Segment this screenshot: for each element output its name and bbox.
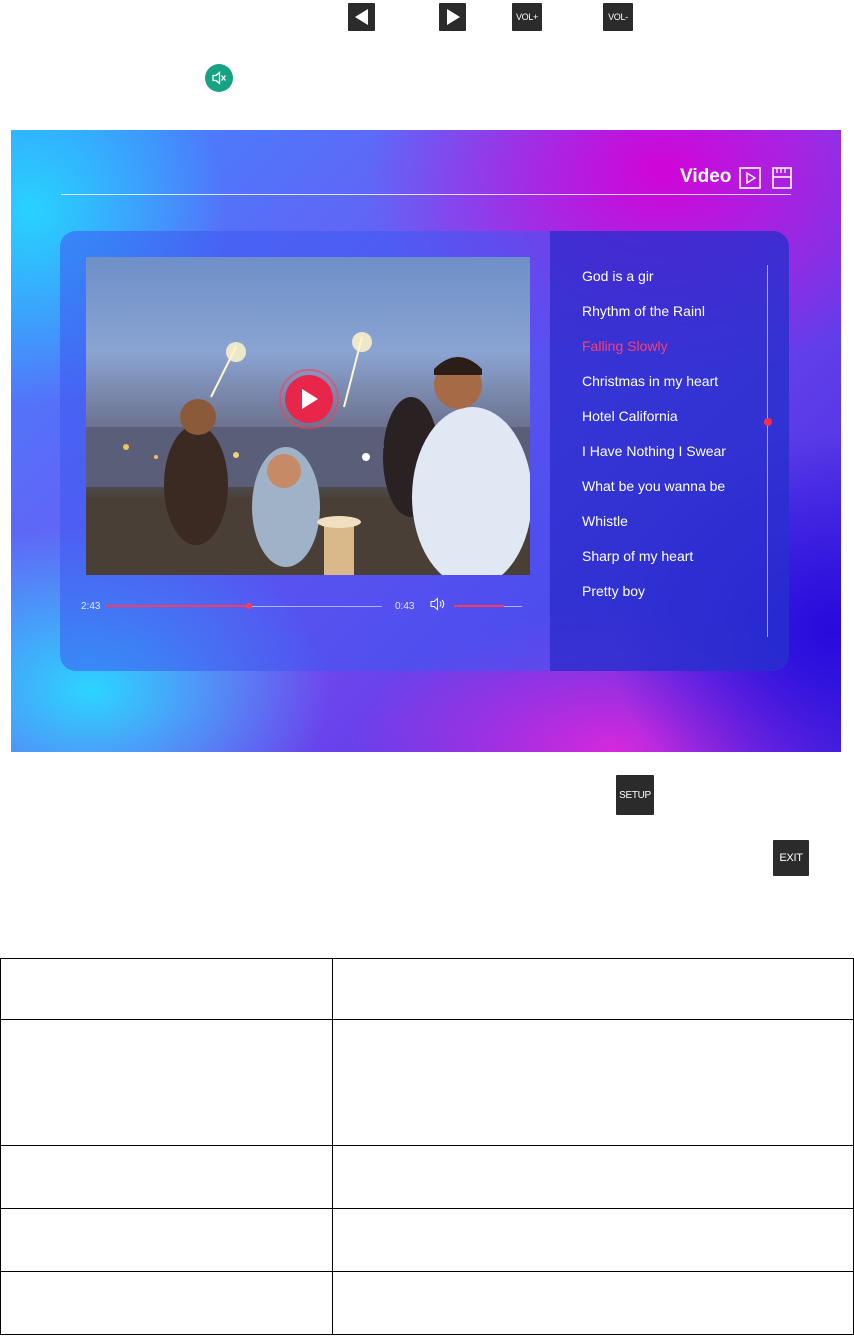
video-frame[interactable] <box>86 257 530 575</box>
playlist-item[interactable]: I Have Nothing I Swear <box>582 443 726 459</box>
playlist-scroll-thumb[interactable] <box>764 418 772 426</box>
playlist-item[interactable]: Rhythm of the Rainl <box>582 303 705 319</box>
function-table <box>0 958 854 1335</box>
table-row <box>0 1145 854 1209</box>
exit-key: EXIT <box>773 840 809 876</box>
table-cell <box>0 1271 333 1335</box>
header-divider <box>61 194 791 195</box>
table-cell <box>332 1271 854 1335</box>
table-cell <box>332 1019 854 1146</box>
screen-title: Video <box>680 166 732 187</box>
play-button[interactable] <box>285 375 333 423</box>
vol-down-key: VOL- <box>603 3 633 31</box>
table-cell <box>332 1145 854 1209</box>
play-icon[interactable] <box>739 167 761 189</box>
mute-button <box>205 64 233 92</box>
playlist-item[interactable]: Pretty boy <box>582 583 645 599</box>
table-row <box>0 1208 854 1272</box>
table-row <box>0 958 854 1020</box>
sd-card-icon[interactable] <box>771 167 793 189</box>
volume-fill <box>454 605 504 607</box>
table-cell <box>0 1019 333 1146</box>
table-cell <box>0 1208 333 1272</box>
right-arrow-key <box>439 3 466 31</box>
table-cell <box>0 958 333 1020</box>
progress-knob[interactable] <box>246 603 252 609</box>
playlist-item[interactable]: God is a gir <box>582 268 654 284</box>
right-arrow-icon <box>446 9 460 25</box>
playlist-scrollbar[interactable] <box>767 265 768 637</box>
table-row <box>0 1019 854 1146</box>
table-row <box>0 1271 854 1335</box>
table-cell <box>0 1145 333 1209</box>
remaining-time: 0:43 <box>395 601 415 612</box>
left-arrow-key <box>348 3 375 31</box>
left-arrow-icon <box>354 9 368 25</box>
playlist-item[interactable]: Hotel California <box>582 408 678 424</box>
playlist-item-active[interactable]: Falling Slowly <box>582 338 668 354</box>
playlist-item[interactable]: What be you wanna be <box>582 478 725 494</box>
setup-key: SETUP <box>616 775 654 815</box>
playlist-item[interactable]: Sharp of my heart <box>582 548 693 564</box>
play-icon <box>302 389 318 409</box>
progress-fill <box>106 605 249 607</box>
table-cell <box>332 1208 854 1272</box>
vol-up-key: VOL+ <box>512 3 542 31</box>
mute-icon <box>212 71 227 85</box>
playlist-item[interactable]: Whistle <box>582 513 628 529</box>
video-player-screen: Video 2:43 0:43 God is a gir Rhythm of t… <box>11 130 841 752</box>
speaker-icon[interactable] <box>430 597 446 611</box>
playlist-item[interactable]: Christmas in my heart <box>582 373 718 389</box>
elapsed-time: 2:43 <box>81 601 101 612</box>
table-cell <box>332 958 854 1020</box>
player-panel: 2:43 0:43 God is a gir Rhythm of the Rai… <box>60 231 789 671</box>
